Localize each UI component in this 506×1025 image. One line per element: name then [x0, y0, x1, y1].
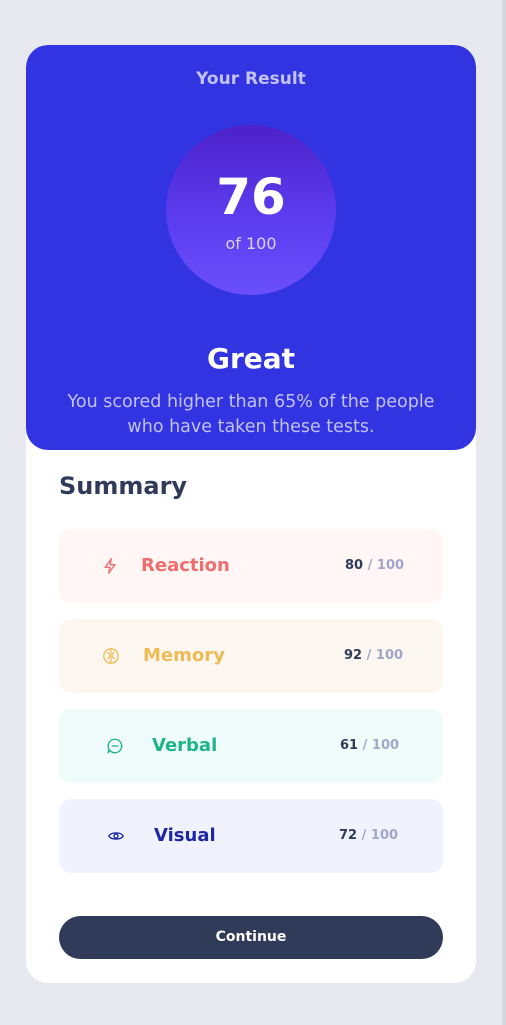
item-score-value: 80: [345, 558, 364, 573]
lightning-icon: [104, 558, 116, 574]
summary-item-memory: Memory 92 / 100: [59, 619, 443, 693]
score-value: 76: [216, 168, 286, 226]
summary-title: Summary: [59, 472, 188, 500]
summary-item-label: Memory: [143, 645, 225, 666]
item-score-value: 92: [344, 648, 363, 663]
score-circle: 76 of 100: [166, 125, 336, 295]
item-score-value: 72: [339, 828, 358, 843]
rating-label: Great: [206, 342, 296, 375]
summary-item-verbal: Verbal 61 / 100: [59, 709, 443, 783]
item-score-max: / 100: [363, 558, 405, 573]
chat-icon: [107, 738, 123, 754]
result-message: You scored higher than 65% of the people…: [67, 392, 435, 437]
summary-item-score: 61 / 100: [340, 737, 399, 755]
item-score-max: / 100: [357, 828, 399, 843]
summary-item-score: 72 / 100: [339, 827, 398, 845]
item-score-max: / 100: [358, 738, 400, 753]
summary-item-label: Visual: [154, 825, 216, 846]
result-heading: Your Result: [196, 69, 306, 89]
summary-item-score: 92 / 100: [344, 647, 403, 665]
item-score-max: / 100: [362, 648, 404, 663]
score-out-of: of 100: [225, 234, 277, 253]
continue-button[interactable]: Continue: [59, 916, 443, 959]
summary-item-reaction: Reaction 80 / 100: [59, 529, 443, 603]
eye-icon: [108, 832, 124, 840]
summary-item-score: 80 / 100: [345, 557, 404, 575]
summary-item-visual: Visual 72 / 100: [59, 799, 443, 873]
item-score-value: 61: [340, 738, 359, 753]
results-card: Your Result 76 of 100 Great You scored h…: [26, 45, 476, 983]
result-panel: Your Result 76 of 100 Great You scored h…: [26, 45, 476, 450]
summary-item-label: Reaction: [141, 555, 230, 576]
window-edge: [502, 0, 506, 1025]
brain-icon: [103, 648, 119, 664]
summary-item-label: Verbal: [152, 735, 218, 756]
